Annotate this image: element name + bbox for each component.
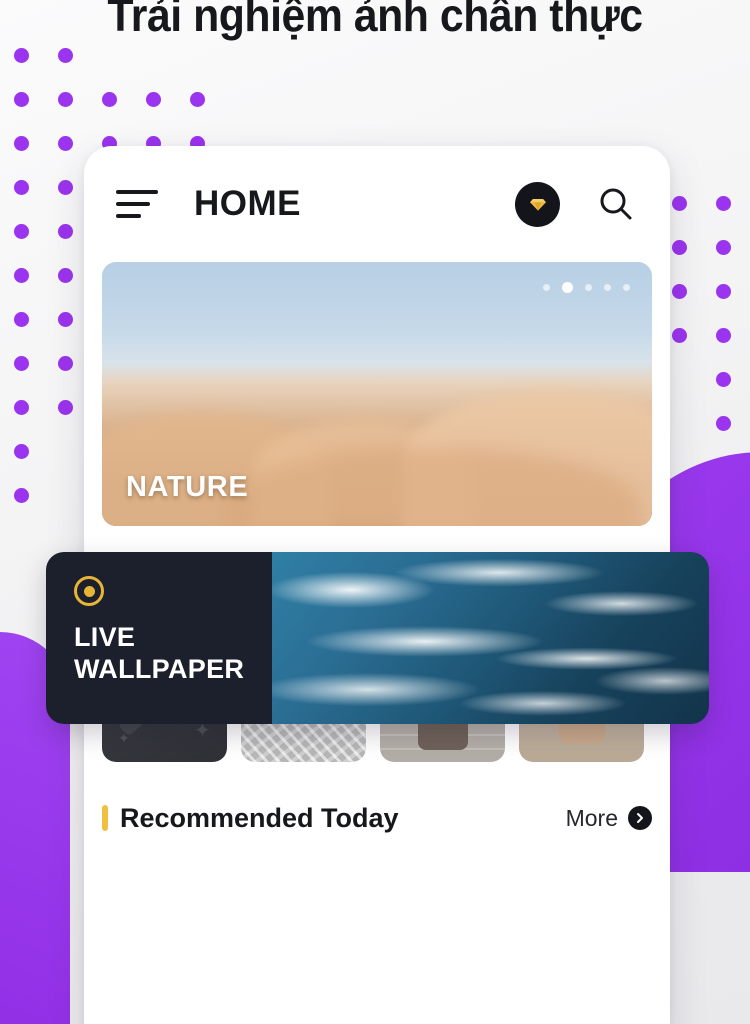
live-wallpaper-card[interactable]: LIVE WALLPAPER	[46, 552, 709, 724]
decorative-dot	[58, 48, 73, 63]
more-button-recommended[interactable]: More	[566, 805, 652, 832]
decorative-dot	[716, 328, 731, 343]
decorative-dot	[58, 268, 73, 283]
search-icon[interactable]	[594, 182, 638, 226]
decorative-dot	[102, 92, 117, 107]
carousel-dot[interactable]	[562, 282, 573, 293]
decorative-dot	[190, 92, 205, 107]
decorative-dot	[14, 224, 29, 239]
decorative-dot	[14, 400, 29, 415]
decorative-dot	[58, 400, 73, 415]
carousel-dot[interactable]	[604, 284, 611, 291]
carousel-dot[interactable]	[585, 284, 592, 291]
live-wallpaper-preview	[272, 552, 709, 724]
carousel-pagination[interactable]	[543, 282, 630, 293]
search-glyph	[600, 188, 632, 220]
diamond-gem-icon[interactable]	[515, 181, 560, 227]
decorative-dot	[58, 224, 73, 239]
decorative-dot	[716, 196, 731, 211]
live-wallpaper-line1: LIVE	[74, 622, 136, 652]
section-accent-bar	[102, 805, 108, 831]
decorative-dot	[58, 92, 73, 107]
decorative-dot	[14, 312, 29, 327]
decorative-dot	[14, 180, 29, 195]
decorative-dot	[58, 180, 73, 195]
decorative-dot	[672, 284, 687, 299]
app-topbar: HOME	[84, 146, 670, 262]
decorative-dot	[716, 372, 731, 387]
hero-category-label: NATURE	[126, 471, 249, 503]
live-wallpaper-line2: WALLPAPER	[74, 653, 245, 684]
decorative-dot	[58, 312, 73, 327]
decorative-dot	[14, 136, 29, 151]
diamond-gem-glyph	[529, 199, 546, 211]
live-wallpaper-info: LIVE WALLPAPER	[46, 552, 272, 724]
decorative-dot	[14, 48, 29, 63]
decorative-dot	[14, 92, 29, 107]
decorative-dot	[716, 284, 731, 299]
decorative-dot	[146, 92, 161, 107]
decorative-dot	[58, 136, 73, 151]
decorative-dot	[14, 488, 29, 503]
chevron-right-glyph	[637, 813, 643, 823]
carousel-dot[interactable]	[623, 284, 630, 291]
carousel-dot[interactable]	[543, 284, 550, 291]
decorative-dot	[14, 268, 29, 283]
decorative-dot	[672, 196, 687, 211]
page-title: HOME	[194, 184, 301, 223]
decorative-dot	[716, 240, 731, 255]
decorative-dot	[672, 240, 687, 255]
decorative-dot	[14, 356, 29, 371]
decorative-dot	[14, 444, 29, 459]
hero-banner[interactable]: NATURE	[102, 262, 652, 526]
section-header-recommended: Recommended Today More	[84, 792, 670, 844]
target-ring-icon	[74, 576, 104, 606]
decorative-dot	[58, 356, 73, 371]
promo-headline: Trải nghiệm ảnh chân thực	[107, 0, 643, 41]
more-label: More	[565, 804, 618, 831]
topbar-actions	[515, 181, 638, 227]
chevron-right-circle-icon	[628, 806, 652, 830]
hamburger-menu-icon[interactable]	[116, 190, 158, 218]
decorative-dot-grid-right	[672, 196, 750, 496]
decorative-dot	[672, 328, 687, 343]
decorative-dot	[716, 416, 731, 431]
section-title: Recommended Today	[120, 802, 399, 833]
sparkle-icon: ✦	[118, 730, 130, 746]
